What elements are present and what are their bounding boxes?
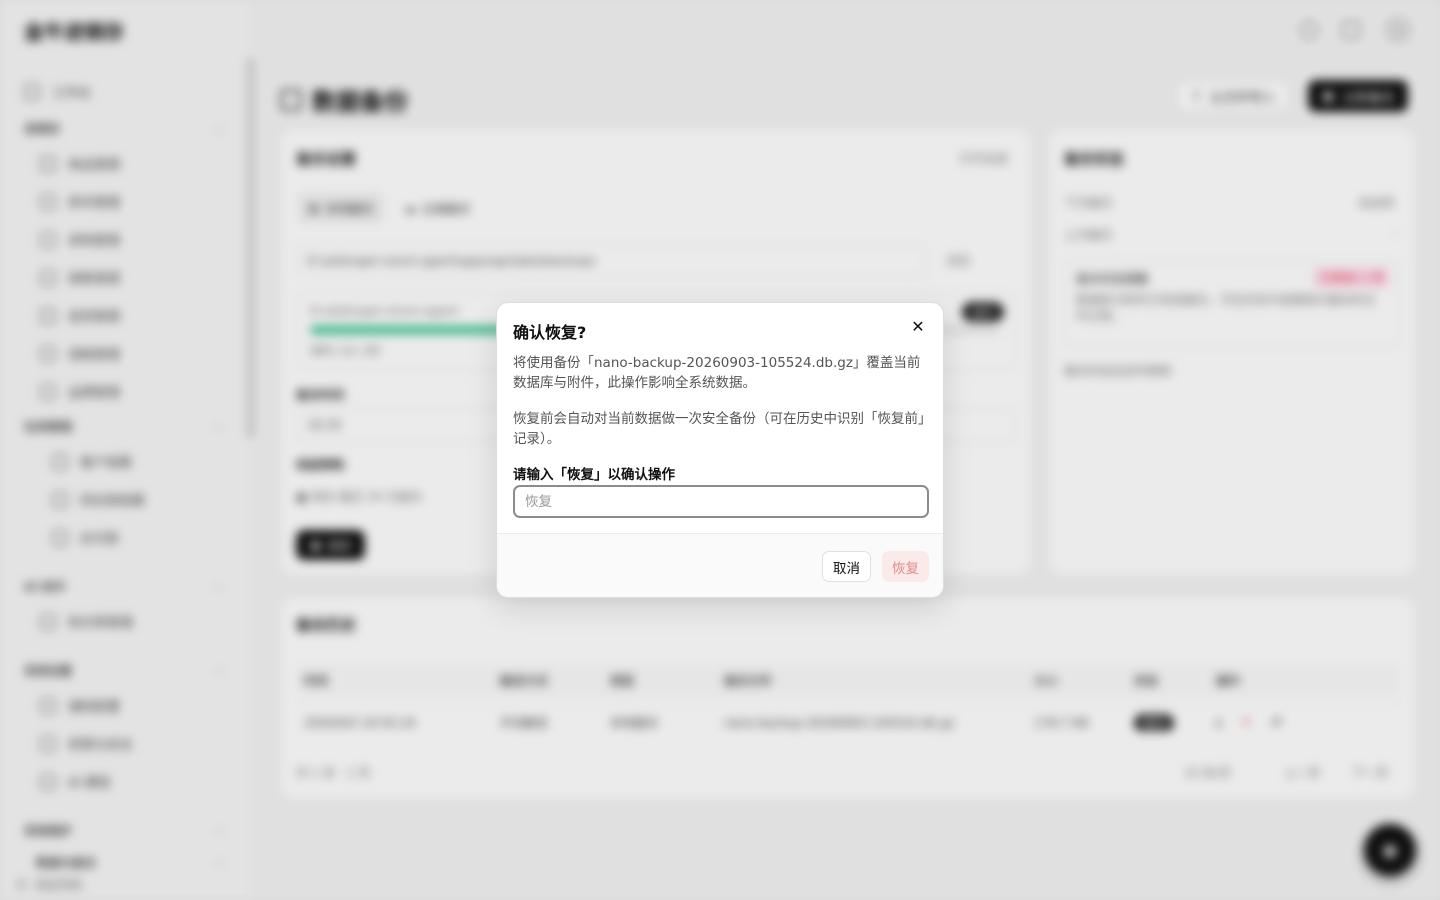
confirm-input[interactable] bbox=[513, 485, 929, 518]
close-icon[interactable]: ✕ bbox=[907, 315, 929, 337]
dialog-warning-text: 将使用备份「nano-backup-20260903-105524.db.gz」… bbox=[513, 355, 921, 391]
confirm-restore-dialog: 确认恢复? ✕ 将使用备份「nano-backup-20260903-10552… bbox=[496, 302, 944, 598]
dialog-footer: 取消 恢复 bbox=[497, 533, 943, 597]
dialog-title: 确认恢复? bbox=[513, 323, 587, 342]
restore-button[interactable]: 恢复 bbox=[882, 551, 929, 582]
dialog-safety-text: 恢复前会自动对当前数据做一次安全备份（可在历史中识别「恢复前」记录）。 bbox=[513, 411, 925, 447]
confirm-input-label: 请输入「恢复」以确认操作 bbox=[513, 467, 675, 483]
cancel-button[interactable]: 取消 bbox=[822, 551, 871, 582]
